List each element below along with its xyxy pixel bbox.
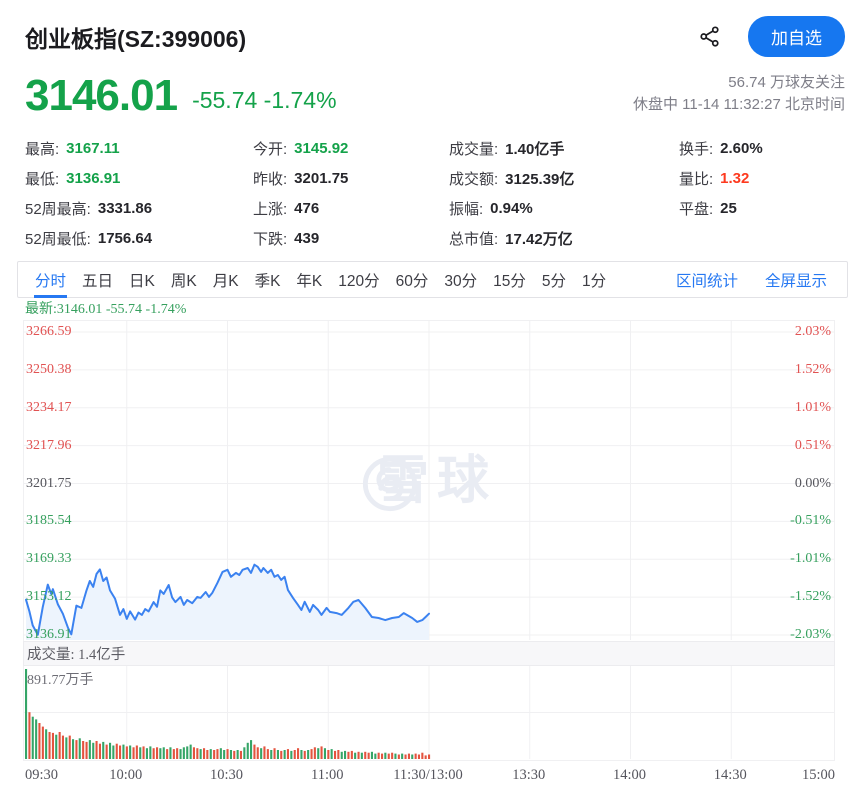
stat-item: 换手: 2.60% (679, 133, 865, 163)
page-title: 创业板指(SZ:399006) (25, 20, 246, 54)
tab-30分[interactable]: 30分 (436, 262, 485, 297)
volume-title-band: 成交量: 1.4亿手 (23, 641, 835, 666)
tab-60分[interactable]: 60分 (388, 262, 437, 297)
stat-label: 52周最低: (25, 228, 91, 249)
stats-column-4: 换手: 2.60% 量比: 1.32 平盘: 25 (679, 133, 865, 253)
stat-value: 3331.86 (98, 200, 152, 217)
stat-value: 3145.92 (294, 140, 348, 157)
price-change: -55.74 -1.74% (192, 87, 336, 116)
chart-tabbar: 分时五日日K周K月K季K年K120分60分30分15分5分1分 区间统计 全屏显示 (17, 261, 848, 298)
link-区间统计[interactable]: 区间统计 (676, 269, 738, 291)
price-line-chart (24, 321, 834, 640)
stat-label: 最低: (25, 168, 59, 189)
stat-value: 3201.75 (294, 170, 348, 187)
stat-item: 振幅: 0.94% (449, 193, 679, 223)
current-price: 3146.01 (25, 76, 177, 116)
stat-item: 总市值: 17.42万亿 (449, 223, 679, 253)
stat-value: 3167.11 (66, 140, 119, 157)
time-tick: 10:00 (109, 767, 142, 784)
stat-item: 成交额: 3125.39亿 (449, 163, 679, 193)
add-watchlist-button[interactable]: 加自选 (748, 16, 845, 57)
tab-15分[interactable]: 15分 (485, 262, 534, 297)
stat-value: 3125.39亿 (505, 168, 574, 189)
tab-周K[interactable]: 周K (163, 262, 205, 297)
latest-quote-line: 最新:3146.01 -55.74 -1.74% (25, 302, 865, 317)
stat-label: 52周最高: (25, 198, 91, 219)
stats-column-3: 成交量: 1.40亿手成交额: 3125.39亿振幅: 0.94% 总市值: 17.42万… (449, 133, 679, 253)
tab-年K[interactable]: 年K (288, 262, 330, 297)
time-axis: 09:30 10:00 10:30 11:00 11:30/13:00 13:30 14:0… (23, 761, 835, 787)
stat-item: 52周最低: 1756.64 (25, 223, 253, 253)
stat-item: 平盘: 25 (679, 193, 865, 223)
share-icon (698, 25, 721, 48)
stat-item: 昨收: 3201.75 (253, 163, 449, 193)
tab-季K[interactable]: 季K (247, 262, 289, 297)
stat-label: 量比: (679, 168, 713, 189)
tab-五日[interactable]: 五日 (74, 262, 121, 297)
stat-label: 昨收: (253, 168, 287, 189)
stat-label: 换手: (679, 138, 713, 159)
market-status: 休盘中 11-14 11:32:27 北京时间 (633, 94, 845, 116)
stat-label: 今开: (253, 138, 287, 159)
page-header: 创业板指(SZ:399006) 加自选 3146.01 -55.74 -1.74… (0, 0, 865, 116)
stat-label: 振幅: (449, 198, 483, 219)
stat-item: 最低: 3136.91 (25, 163, 253, 193)
stat-value: 0.94% (490, 200, 533, 217)
stat-item: 52周最高: 3331.86 (25, 193, 253, 223)
stat-label: 成交量: (449, 138, 498, 159)
tab-120分[interactable]: 120分 (330, 262, 387, 297)
stat-label: 下跌: (253, 228, 287, 249)
time-tick: 14:00 (613, 767, 646, 784)
stat-label: 总市值: (449, 228, 498, 249)
volume-pane[interactable]: 891.77万手 (23, 666, 835, 761)
stat-value: 25 (720, 200, 737, 217)
stat-label: 上涨: (253, 198, 287, 219)
stat-item: 成交量: 1.40亿手 (449, 133, 679, 163)
stat-label: 最高: (25, 138, 59, 159)
time-tick: 15:00 (802, 767, 835, 784)
chart-area: 雪球 3266.593250.383234.173217.963201.7531… (23, 320, 835, 787)
stat-item: 上涨: 476 (253, 193, 449, 223)
volume-title: 成交量: 1.4亿手 (27, 643, 125, 664)
stat-value: 2.60% (720, 140, 763, 157)
stats-column-1: 最高: 3167.11 最低: 3136.91 52周最高: 3331.86 52周最低: 1… (25, 133, 253, 253)
stat-value: 1756.64 (98, 230, 152, 247)
price-pane[interactable]: 雪球 3266.593250.383234.173217.963201.7531… (23, 320, 835, 641)
tab-日K[interactable]: 日K (121, 262, 163, 297)
followers-count: 56.74 万球友关注 (633, 72, 845, 94)
stat-item: 量比: 1.32 (679, 163, 865, 193)
tab-1分[interactable]: 1分 (574, 262, 614, 297)
stat-value: 1.40亿手 (505, 138, 564, 159)
volume-bar-chart (24, 666, 834, 759)
tab-分时[interactable]: 分时 (27, 262, 74, 297)
stat-value: 1.32 (720, 170, 749, 187)
tab-月K[interactable]: 月K (205, 262, 247, 297)
stat-item: 最高: 3167.11 (25, 133, 253, 163)
share-button[interactable] (698, 25, 721, 48)
time-tick: 09:30 (25, 767, 58, 784)
stat-label: 平盘: (679, 198, 713, 219)
stat-label: 成交额: (449, 168, 498, 189)
time-tick: 10:30 (210, 767, 243, 784)
stats-grid: 最高: 3167.11 最低: 3136.91 52周最高: 3331.86 52周最低: 1… (0, 116, 865, 253)
stat-value: 3136.91 (66, 170, 120, 187)
stat-item: 下跌: 439 (253, 223, 449, 253)
stat-value: 17.42万亿 (505, 228, 573, 249)
stats-column-2: 今开: 3145.92 昨收: 3201.75 上涨: 476 下跌: 439 (253, 133, 449, 253)
time-tick: 14:30 (714, 767, 747, 784)
tab-5分[interactable]: 5分 (534, 262, 574, 297)
stat-value: 439 (294, 230, 319, 247)
stat-item: 今开: 3145.92 (253, 133, 449, 163)
time-tick: 11:00 (311, 767, 344, 784)
time-tick: 13:30 (512, 767, 545, 784)
time-tick: 11:30/13:00 (393, 767, 463, 784)
stat-value: 476 (294, 200, 319, 217)
link-全屏显示[interactable]: 全屏显示 (765, 269, 827, 291)
